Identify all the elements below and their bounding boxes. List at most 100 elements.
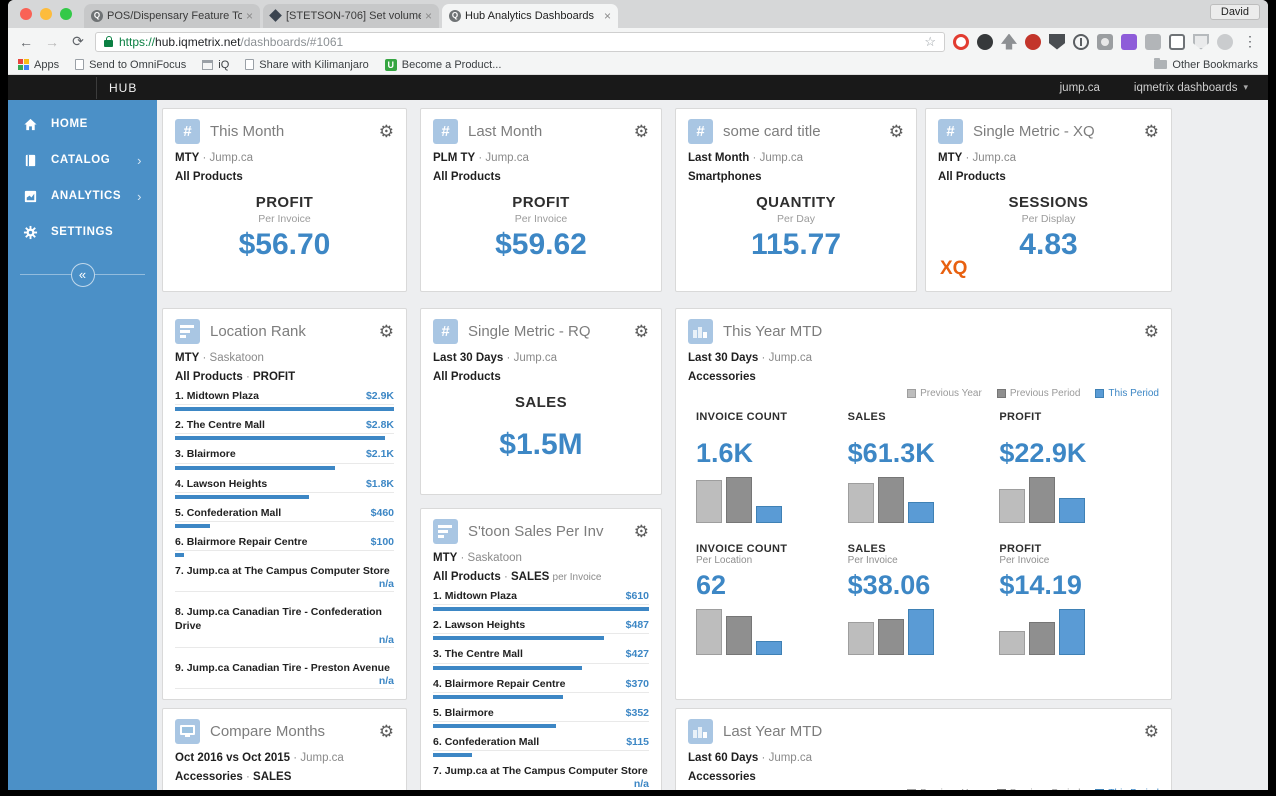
mini-bar-chart: [999, 609, 1151, 656]
rank-item: 2. The Centre Mall $2.8K: [175, 418, 394, 441]
rank-item: 5. Blairmore $352: [433, 706, 649, 728]
metric-cell: SALES $61.3K: [847, 411, 1000, 524]
close-window-button[interactable]: [20, 8, 32, 20]
extension-icon-2[interactable]: [977, 33, 993, 50]
bookmark-label: Apps: [34, 58, 60, 71]
analytics-icon: [24, 190, 37, 202]
mini-bar-chart: [696, 477, 848, 524]
card-title: This Month: [210, 123, 285, 140]
gear-icon[interactable]: ⚙: [1144, 123, 1159, 140]
gear-icon[interactable]: ⚙: [379, 123, 394, 140]
gear-icon[interactable]: ⚙: [379, 723, 394, 740]
metric-name: PROFIT: [255, 194, 314, 212]
close-tab-icon[interactable]: ×: [604, 9, 611, 23]
metric-value: $59.62: [495, 228, 587, 262]
gear-icon[interactable]: ⚙: [379, 323, 394, 340]
single-metric-hash-icon: #: [433, 319, 458, 344]
bookmark-item[interactable]: U Become a Product...: [384, 58, 501, 71]
sidebar-item-settings[interactable]: SETTINGS: [8, 214, 157, 250]
metric-name: QUANTITY: [756, 194, 836, 212]
sidebar-collapse-button[interactable]: «: [70, 263, 95, 287]
card-filter: All Products: [175, 170, 243, 183]
rank-item: 8. Jump.ca Canadian Tire - Confederation…: [175, 606, 394, 648]
close-tab-icon[interactable]: ×: [425, 9, 432, 23]
card-title: This Year MTD: [723, 323, 823, 340]
metric-block: QUANTITY Per Day 115.77: [688, 194, 904, 262]
metric-cell: SALES Per Invoice $38.06: [847, 543, 1000, 656]
browser-tab[interactable]: Q POS/Dispensary Feature Togg ×: [84, 4, 260, 28]
single-metric-hash-icon: #: [938, 119, 963, 144]
apps-bookmark[interactable]: Apps: [18, 59, 59, 71]
browser-tab[interactable]: [STETSON-706] Set volume p ×: [263, 4, 439, 28]
reload-button[interactable]: ⟳: [69, 33, 87, 50]
card-location-rank: Location Rank ⚙ MTY · Saskatoon All Prod…: [162, 308, 407, 700]
extension-icon-9[interactable]: [1145, 33, 1161, 50]
extension-icon-3[interactable]: [1001, 33, 1017, 50]
back-button[interactable]: ←: [17, 34, 35, 50]
bookmark-item[interactable]: Share with Kilimanjaro: [245, 58, 369, 71]
rank-item: 6. Confederation Mall $115: [433, 735, 649, 758]
metric-block: PROFIT Per Invoice $59.62: [433, 194, 649, 262]
metric-grid: INVOICE COUNT 1.6K SALES $61.3K PROFIT $…: [688, 411, 1159, 656]
legend-previous-period: Previous Period: [996, 388, 1080, 399]
extension-icon-6[interactable]: [1073, 33, 1089, 50]
gear-icon[interactable]: ⚙: [889, 123, 904, 140]
profile-button[interactable]: David: [1209, 4, 1260, 20]
forward-button[interactable]: →: [43, 34, 61, 50]
legend-previous-year: Previous Year: [907, 388, 982, 399]
gear-icon[interactable]: ⚙: [1144, 323, 1159, 340]
browser-tab-active[interactable]: Q Hub Analytics Dashboards ×: [442, 4, 618, 28]
metric-qualifier: [433, 413, 649, 426]
rank-item: 9. Jump.ca Canadian Tire - Preston Avenu…: [175, 661, 394, 689]
close-tab-icon[interactable]: ×: [246, 9, 253, 23]
window-controls: [20, 8, 72, 20]
extension-icon-1[interactable]: [953, 33, 969, 50]
card-last-month: # Last Month ⚙ PLM TY · Jump.ca All Prod…: [420, 108, 662, 292]
sidebar-item-home[interactable]: HOME: [8, 106, 157, 142]
metric-cell: PROFIT $22.9K: [999, 411, 1151, 524]
browser-menu-icon[interactable]: ⋮: [1241, 33, 1259, 50]
browser-toolbar: ← → ⟳ https://hub.iqmetrix.net/dashboard…: [8, 28, 1268, 55]
other-bookmarks[interactable]: Other Bookmarks: [1154, 58, 1258, 71]
bookmark-label: Share with Kilimanjaro: [259, 58, 369, 71]
extension-icon-4[interactable]: [1025, 33, 1041, 50]
chevron-down-icon: ▾: [1243, 82, 1248, 92]
card-single-metric-xq: # Single Metric - XQ ⚙ MTY · Jump.ca All…: [925, 108, 1172, 292]
card-scope: PLM TY · Jump.ca: [433, 152, 529, 164]
rank-list: 1. Midtown Plaza $2.9K 2. The Centre Mall…: [175, 389, 394, 699]
bookmark-item[interactable]: Send to OmniFocus: [75, 59, 186, 71]
sidebar-item-analytics[interactable]: ANALYTICS ›: [8, 178, 157, 214]
rank-item: 4. Blairmore Repair Centre $370: [433, 677, 649, 699]
zoom-window-button[interactable]: [60, 8, 72, 20]
gear-icon[interactable]: ⚙: [634, 323, 649, 340]
bookmark-label: Send to OmniFocus: [89, 58, 187, 71]
card-scope: MTY · Saskatoon: [175, 352, 264, 364]
extension-icon-12[interactable]: [1217, 33, 1233, 50]
extension-icon-5[interactable]: [1049, 33, 1065, 50]
xq-badge: XQ: [940, 258, 968, 279]
sidebar-item-catalog[interactable]: CATALOG ›: [8, 142, 157, 178]
extension-icon-8[interactable]: [1121, 33, 1137, 50]
gear-icon[interactable]: ⚙: [634, 523, 649, 540]
chevron-right-icon: ›: [137, 188, 142, 204]
user-menu[interactable]: iqmetrix dashboards ▾: [1134, 82, 1248, 94]
bookmark-star-icon[interactable]: ☆: [924, 34, 936, 50]
card-title: Location Rank: [210, 323, 306, 340]
bookmark-item[interactable]: iQ: [202, 59, 229, 71]
rank-item: 5. Confederation Mall $460: [175, 506, 394, 528]
gear-icon[interactable]: ⚙: [1144, 723, 1159, 740]
extension-icon-7[interactable]: [1097, 33, 1113, 50]
metric-value: $1.5M: [499, 428, 583, 462]
gear-icon[interactable]: ⚙: [634, 123, 649, 140]
card-this-year-mtd: This Year MTD ⚙ Last 30 Days · Jump.ca A…: [675, 308, 1172, 700]
card-single-metric-rq: # Single Metric - RQ ⚙ Last 30 Days · Ju…: [420, 308, 662, 495]
metric-block: SALES $1.5M: [433, 394, 649, 462]
udemy-icon: U: [384, 58, 397, 71]
card-filter: Accessories: [688, 370, 756, 383]
address-bar[interactable]: https://hub.iqmetrix.net/dashboards/#106…: [95, 31, 945, 52]
bookmark-label: Other Bookmarks: [1172, 58, 1258, 71]
extension-icon-11[interactable]: [1193, 33, 1209, 50]
minimize-window-button[interactable]: [40, 8, 52, 20]
q-favicon: Q: [449, 10, 461, 22]
extension-icon-10[interactable]: [1169, 33, 1185, 50]
